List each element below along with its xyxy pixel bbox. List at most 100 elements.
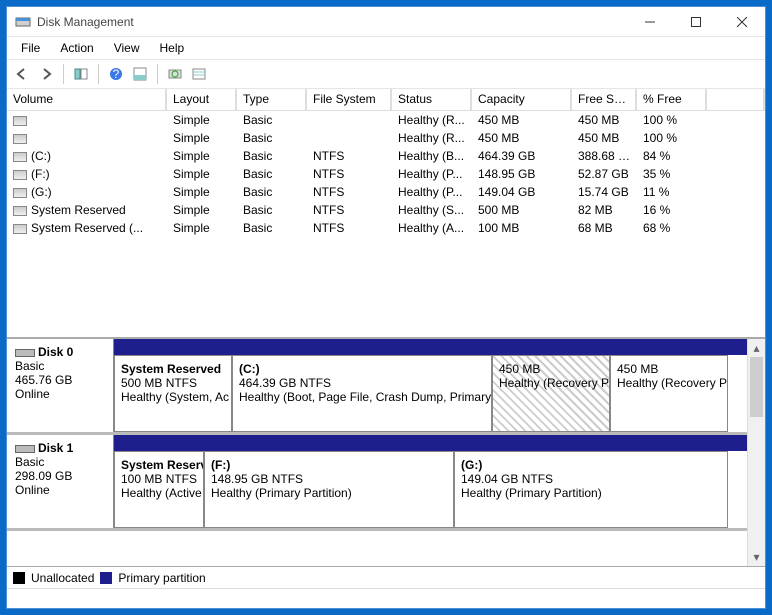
volume-row[interactable]: SimpleBasicHealthy (R...450 MB450 MB100 … (7, 129, 765, 147)
volume-row[interactable]: (F:)SimpleBasicNTFSHealthy (P...148.95 G… (7, 165, 765, 183)
partition-name: (G:) (461, 458, 721, 472)
cell-capacity: 100 MB (472, 221, 572, 235)
cell-free: 450 MB (572, 113, 637, 127)
show-hide-tree-icon[interactable] (70, 63, 92, 85)
volume-row[interactable]: System ReservedSimpleBasicNTFSHealthy (S… (7, 201, 765, 219)
col-layout[interactable]: Layout (167, 89, 237, 110)
legend-swatch-unallocated (13, 572, 25, 584)
cell-pctfree: 100 % (637, 113, 707, 127)
disk-state: Online (15, 387, 105, 401)
separator (98, 64, 99, 84)
volume-row[interactable]: SimpleBasicHealthy (R...450 MB450 MB100 … (7, 111, 765, 129)
volume-row[interactable]: (G:)SimpleBasicNTFSHealthy (P...149.04 G… (7, 183, 765, 201)
disk-row[interactable]: Disk 1Basic298.09 GBOnlineSystem Reserve… (7, 435, 747, 531)
svg-text:?: ? (113, 67, 120, 81)
legend-primary: Primary partition (118, 571, 205, 585)
volume-name: (C:) (31, 149, 51, 163)
col-capacity[interactable]: Capacity (472, 89, 572, 110)
col-filesystem[interactable]: File System (307, 89, 392, 110)
menu-action[interactable]: Action (50, 39, 103, 57)
forward-button[interactable] (35, 63, 57, 85)
cell-fs: NTFS (307, 203, 392, 217)
partition-stripe (114, 435, 747, 451)
app-icon (15, 14, 31, 30)
partition-size: 149.04 GB NTFS (461, 472, 721, 486)
legend-unallocated: Unallocated (31, 571, 94, 585)
cell-free: 52.87 GB (572, 167, 637, 181)
cell-type: Basic (237, 167, 307, 181)
col-volume[interactable]: Volume (7, 89, 167, 110)
disk-icon (15, 349, 35, 357)
cell-free: 450 MB (572, 131, 637, 145)
maximize-button[interactable] (673, 7, 719, 37)
col-status[interactable]: Status (392, 89, 472, 110)
cell-type: Basic (237, 113, 307, 127)
partition[interactable]: (C:)464.39 GB NTFSHealthy (Boot, Page Fi… (232, 355, 492, 432)
cell-layout: Simple (167, 185, 237, 199)
back-button[interactable] (11, 63, 33, 85)
cell-free: 82 MB (572, 203, 637, 217)
volume-row[interactable]: System Reserved (...SimpleBasicNTFSHealt… (7, 219, 765, 237)
cell-status: Healthy (R... (392, 131, 472, 145)
scroll-down-icon[interactable]: ▾ (748, 548, 765, 566)
partition[interactable]: (G:)149.04 GB NTFSHealthy (Primary Parti… (454, 451, 728, 528)
col-type[interactable]: Type (237, 89, 307, 110)
menu-file[interactable]: File (11, 39, 50, 57)
drive-icon (13, 170, 27, 180)
cell-type: Basic (237, 131, 307, 145)
disk-capacity: 465.76 GB (15, 373, 105, 387)
menu-help[interactable]: Help (150, 39, 195, 57)
volume-name: System Reserved (... (31, 221, 143, 235)
partition-size: 500 MB NTFS (121, 376, 225, 390)
col-pctfree[interactable]: % Free (637, 89, 707, 110)
cell-free: 15.74 GB (572, 185, 637, 199)
cell-layout: Simple (167, 221, 237, 235)
cell-status: Healthy (A... (392, 221, 472, 235)
partition-name: (F:) (211, 458, 447, 472)
list-icon[interactable] (188, 63, 210, 85)
disk-info: Disk 0Basic465.76 GBOnline (7, 339, 114, 432)
cell-pctfree: 68 % (637, 221, 707, 235)
disk-type: Basic (15, 455, 105, 469)
disk-row[interactable]: Disk 0Basic465.76 GBOnlineSystem Reserve… (7, 339, 747, 435)
col-free[interactable]: Free Spa... (572, 89, 637, 110)
drive-icon (13, 134, 27, 144)
cell-type: Basic (237, 203, 307, 217)
partition[interactable]: System Reserved500 MB NTFSHealthy (Syste… (114, 355, 232, 432)
cell-layout: Simple (167, 113, 237, 127)
refresh-icon[interactable] (164, 63, 186, 85)
cell-pctfree: 35 % (637, 167, 707, 181)
disk-layout-body[interactable]: Disk 0Basic465.76 GBOnlineSystem Reserve… (7, 339, 747, 566)
scroll-up-icon[interactable]: ▴ (748, 339, 765, 357)
partition[interactable]: 450 MBHealthy (Recovery P (610, 355, 728, 432)
cell-status: Healthy (S... (392, 203, 472, 217)
titlebar[interactable]: Disk Management (7, 7, 765, 37)
minimize-button[interactable] (627, 7, 673, 37)
cell-capacity: 148.95 GB (472, 167, 572, 181)
partition[interactable]: 450 MBHealthy (Recovery P (492, 355, 610, 432)
partition[interactable]: System Reserve100 MB NTFSHealthy (Active (114, 451, 204, 528)
volume-list[interactable]: SimpleBasicHealthy (R...450 MB450 MB100 … (7, 111, 765, 339)
volume-row[interactable]: (C:)SimpleBasicNTFSHealthy (B...464.39 G… (7, 147, 765, 165)
disk-partitions: System Reserve100 MB NTFSHealthy (Active… (114, 435, 747, 528)
scroll-thumb[interactable] (750, 357, 763, 417)
disk-info: Disk 1Basic298.09 GBOnline (7, 435, 114, 528)
separator (157, 64, 158, 84)
cell-layout: Simple (167, 203, 237, 217)
cell-capacity: 500 MB (472, 203, 572, 217)
partition-status: Healthy (Boot, Page File, Crash Dump, Pr… (239, 390, 485, 404)
cell-status: Healthy (R... (392, 113, 472, 127)
partition[interactable]: (F:)148.95 GB NTFSHealthy (Primary Parti… (204, 451, 454, 528)
partition-status: Healthy (Active (121, 486, 197, 500)
disk-capacity: 298.09 GB (15, 469, 105, 483)
legend-swatch-primary (100, 572, 112, 584)
close-button[interactable] (719, 7, 765, 37)
vertical-scrollbar[interactable]: ▴ ▾ (747, 339, 765, 566)
cell-status: Healthy (B... (392, 149, 472, 163)
cell-fs: NTFS (307, 221, 392, 235)
menu-view[interactable]: View (104, 39, 150, 57)
help-icon[interactable]: ? (105, 63, 127, 85)
volume-list-header: Volume Layout Type File System Status Ca… (7, 89, 765, 111)
settings-bottom-icon[interactable] (129, 63, 151, 85)
disk-icon (15, 445, 35, 453)
